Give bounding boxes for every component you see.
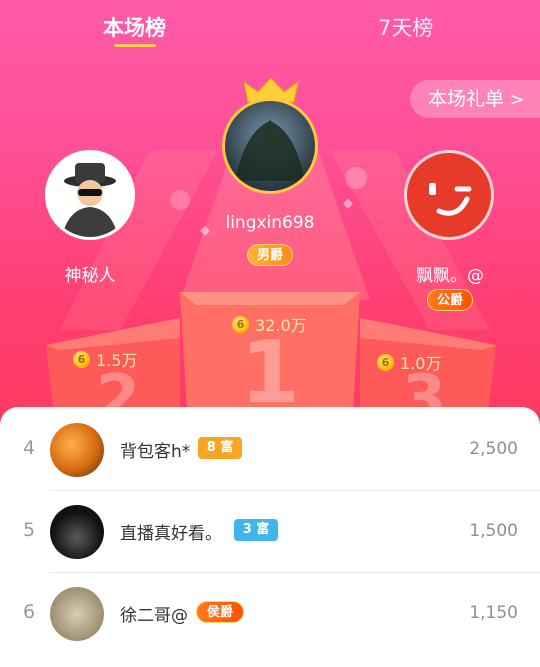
tab-7-days[interactable]: 7天榜 [378,12,433,42]
second-place-score: 6 1.5万 [73,347,137,371]
list-item[interactable]: 5 直播真好看。 3 富 1,500 [0,491,540,573]
leaderboard-hero: 1 2 3 本场榜 7天榜 本场礼单 > lingxin698 男爵 6 32.0… [0,0,540,430]
first-place-badge: 男爵 [247,244,293,266]
user-name: 直播真好看。 [120,524,222,544]
user-score: 1,150 [469,603,518,623]
coin-icon: 6 [73,350,90,368]
first-place-score: 6 32.0万 [232,312,307,336]
tab-current-session[interactable]: 本场榜 [103,12,166,42]
rich-level-badge: 8 富 [198,437,242,459]
coin-icon: 6 [377,353,394,371]
gift-list-label: 本场礼单 [428,88,505,110]
rank-number: 4 [22,437,36,459]
leaderboard-list: 4 背包客h* 8 富 2,500 5 直播真好看。 3 富 1,500 6 徐… [0,407,540,667]
first-place-score-value: 32.0万 [255,316,307,335]
avatar[interactable] [50,423,104,477]
rank-number: 6 [22,601,36,623]
avatar[interactable] [50,505,104,559]
avatar-second-place[interactable] [45,150,135,240]
third-place-badge: 公爵 [427,289,473,311]
second-place-score-value: 1.5万 [96,351,138,370]
noble-badge: 侯爵 [196,601,244,623]
active-tab-indicator [114,44,156,47]
gift-list-button[interactable]: 本场礼单 > [410,80,540,118]
first-place-name: lingxin698 [225,213,315,233]
third-place-name: 飘飘。@ [416,266,484,286]
third-place-score-value: 1.0万 [400,354,442,373]
third-place-score: 6 1.0万 [377,350,441,374]
avatar-third-place[interactable] [404,150,494,240]
user-score: 2,500 [469,439,518,459]
list-item[interactable]: 4 背包客h* 8 富 2,500 [0,409,540,491]
tab-bar: 本场榜 7天榜 [0,0,540,55]
coin-icon: 6 [232,315,249,333]
user-name: 背包客h* [120,442,191,462]
chevron-right-icon: > [510,90,525,110]
user-score: 1,500 [469,521,518,541]
avatar[interactable] [50,587,104,641]
user-name: 徐二哥@ [120,606,188,626]
rank-number: 5 [22,519,36,541]
rich-level-badge: 3 富 [234,519,278,541]
list-item[interactable]: 6 徐二哥@ 侯爵 1,150 [0,573,540,655]
second-place-name: 神秘人 [64,266,116,286]
avatar-first-place[interactable] [222,98,318,194]
